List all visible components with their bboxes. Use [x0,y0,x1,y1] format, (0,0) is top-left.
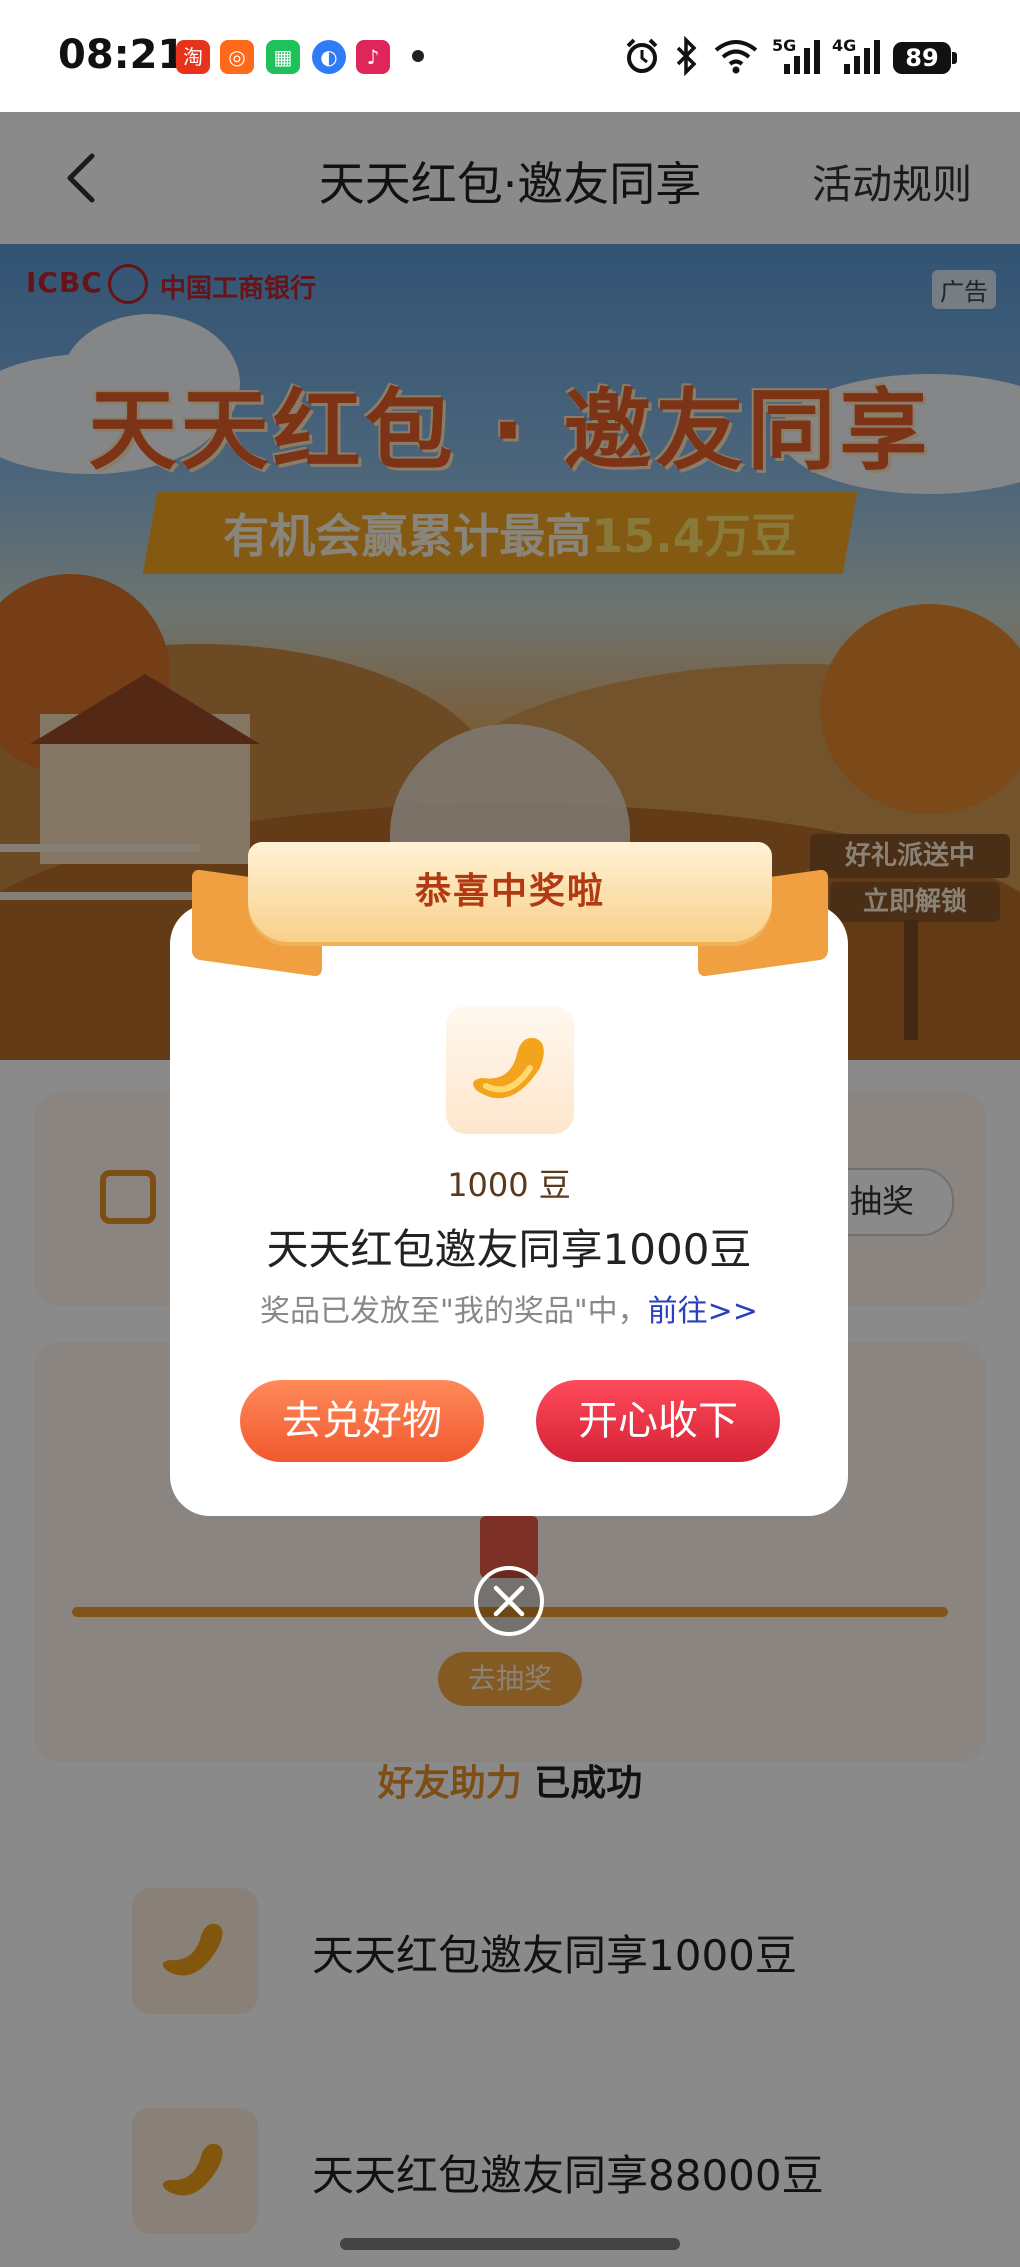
status-time: 08:21 [58,32,186,78]
congrats-title: 恭喜中奖啦 [414,871,605,912]
prize-note-text: 奖品已发放至"我的奖品"中， [260,1294,648,1329]
close-icon[interactable] [472,1564,546,1638]
signal-4g-icon [844,40,880,74]
home-indicator[interactable] [340,2238,680,2250]
bluetooth-icon [676,36,697,76]
kuaishou-app-icon: ◎ [220,40,254,74]
mini-program-icon: ▦ [266,40,300,74]
battery-indicator: 89 [893,42,951,74]
redeem-goods-button[interactable]: 去兑好物 [240,1380,484,1462]
bean-prize-icon [446,1006,574,1134]
browser-app-icon: ◐ [312,40,346,74]
prize-note: 奖品已发放至"我的奖品"中，前往>> [170,1286,848,1330]
accept-prize-button[interactable]: 开心收下 [536,1380,780,1462]
douyin-app-icon: ♪ [356,40,390,74]
alarm-icon [626,38,658,73]
taobao-app-icon: 淘 [176,40,210,74]
status-more-dot [412,50,424,62]
my-prizes-link[interactable]: 前往>> [648,1294,758,1329]
prize-name: 天天红包邀友同享1000豆 [266,1225,752,1274]
wifi-icon [714,40,758,74]
signal-5g-icon [784,40,820,74]
prize-amount: 1000 豆 [447,1166,571,1204]
battery-tip [952,52,957,64]
